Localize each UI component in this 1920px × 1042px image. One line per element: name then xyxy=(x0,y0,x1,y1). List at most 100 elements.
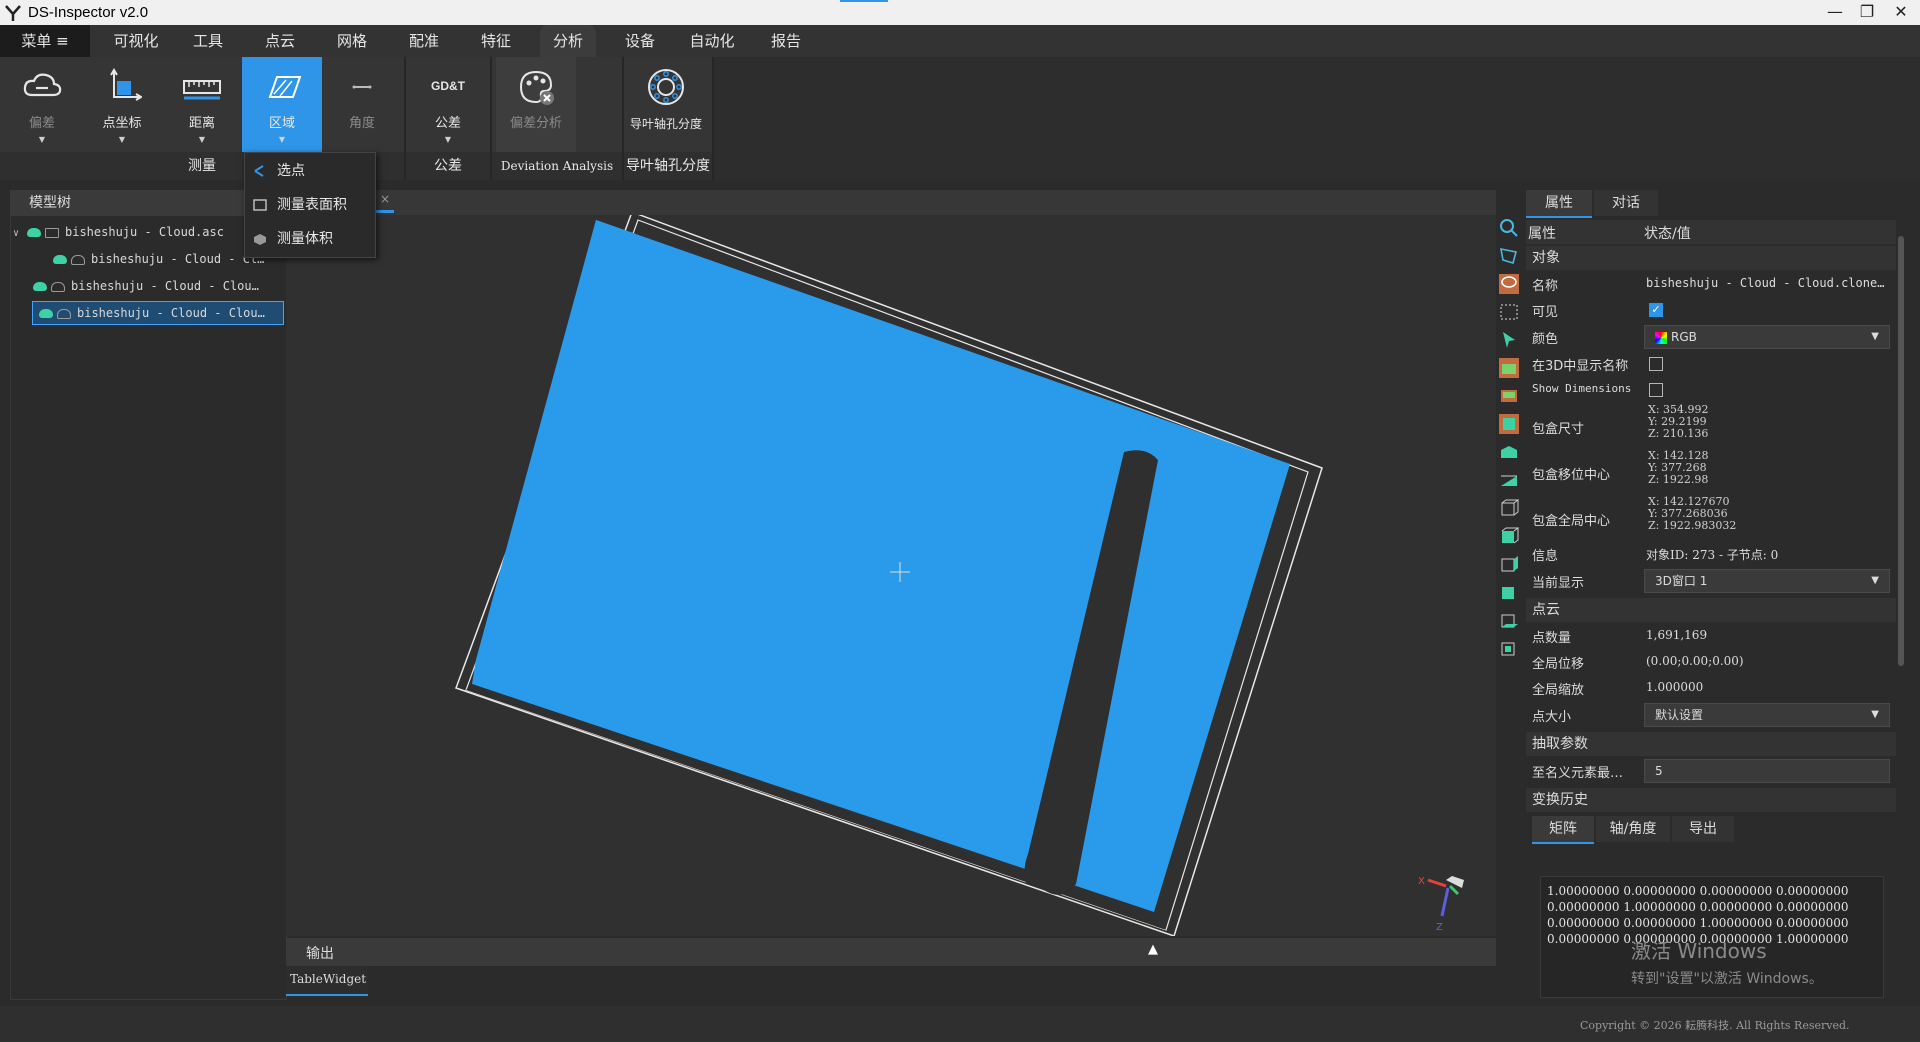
cube-bottom-icon[interactable] xyxy=(1499,610,1519,630)
bbox-shift-z: Z: 1922.98 xyxy=(1648,473,1709,486)
collapse-up-icon[interactable]: ▲ xyxy=(1148,942,1158,957)
3d-viewport[interactable]: X Z xyxy=(286,190,1496,936)
menu-features[interactable]: 特征 xyxy=(468,25,524,57)
cloud-visible-icon[interactable] xyxy=(39,309,53,318)
menu-bar: 菜单 ≡ 可视化 工具 点云 网格 配准 特征 分析 设备 自动化 报告 xyxy=(0,25,1920,57)
cube-wire-icon[interactable] xyxy=(1499,498,1519,518)
status-bar: Copyright © 2026 耘腾科技. All Rights Reserv… xyxy=(0,1006,1920,1042)
current-display-select[interactable]: 3D窗口 1 ▼ xyxy=(1644,569,1890,593)
menu-visualization[interactable]: 可视化 xyxy=(104,25,168,57)
visible-checkbox[interactable]: ✓ xyxy=(1649,303,1663,317)
area-dropdown-menu: 选点 测量表面积 测量体积 xyxy=(244,152,376,258)
cloud-visible-icon[interactable] xyxy=(53,255,67,264)
cloud-link-icon xyxy=(23,73,62,97)
cube-side-icon[interactable] xyxy=(1499,554,1519,574)
view-iso-icon[interactable] xyxy=(1499,442,1519,462)
close-window-button[interactable]: ✕ xyxy=(1882,0,1920,25)
transform-matrix-box: 1.00000000 0.00000000 0.00000000 0.00000… xyxy=(1540,876,1884,998)
chevron-down-icon[interactable]: ∨ xyxy=(13,223,27,243)
palette-icon xyxy=(519,70,554,105)
section-transform-history: 变换历史 xyxy=(1526,788,1896,812)
chevron-down-icon: ▼ xyxy=(1871,575,1879,586)
global-shift-value: (0.00;0.00;0.00) xyxy=(1646,654,1744,668)
axis-z-label: Z xyxy=(1436,922,1443,933)
cloud-visible-icon[interactable] xyxy=(33,282,47,291)
menu-item-surface-area[interactable]: 测量表面积 xyxy=(245,189,375,221)
header-value: 状态/值 xyxy=(1644,226,1691,242)
menu-devices[interactable]: 设备 xyxy=(612,25,668,57)
point-size-select[interactable]: 默认设置 ▼ xyxy=(1644,703,1890,727)
view-front-icon[interactable] xyxy=(1499,358,1519,378)
tab-dialog[interactable]: 对话 xyxy=(1594,190,1658,216)
name-value[interactable]: bisheshuju - Cloud - Cloud.clone… xyxy=(1646,276,1884,290)
cube-top-icon[interactable] xyxy=(1499,582,1519,602)
view-left-icon[interactable] xyxy=(1499,414,1519,434)
global-scale-value: 1.000000 xyxy=(1646,680,1704,694)
menu-point-cloud[interactable]: 点云 xyxy=(252,25,308,57)
polygon-select-icon[interactable] xyxy=(1499,246,1519,266)
view-back-icon[interactable] xyxy=(1499,470,1519,490)
properties-scrollbar[interactable] xyxy=(1896,222,1906,998)
tab-export[interactable]: 导出 xyxy=(1672,816,1734,842)
menu-registration[interactable]: 配准 xyxy=(396,25,452,57)
tree-item-label: bisheshuju - Cloud.asc xyxy=(65,225,224,239)
deviation-analysis-button[interactable]: 偏差分析 xyxy=(496,57,576,152)
color-select[interactable]: RGB ▼ xyxy=(1644,325,1890,349)
tree-item-selected[interactable]: bisheshuju - Cloud - Clou… xyxy=(32,301,284,325)
pointer-icon[interactable] xyxy=(1499,330,1519,350)
menu-item-select-point[interactable]: 选点 xyxy=(245,155,375,187)
cloud-visible-icon[interactable] xyxy=(27,228,41,237)
view-top-icon[interactable] xyxy=(1499,386,1519,406)
guide-vane-index-label: 导叶轴孔分度 xyxy=(629,117,702,131)
tab-properties[interactable]: 属性 xyxy=(1526,190,1592,218)
axis-coordinate-icon xyxy=(110,68,142,101)
close-view-tab-icon[interactable]: × xyxy=(380,192,390,206)
row-bbox-global-center: 包盒全局中心 X: 142.127670 Y: 377.268036 Z: 19… xyxy=(1526,496,1896,540)
deviation-button[interactable]: 偏差 ▼ xyxy=(2,57,82,152)
rect-select-icon[interactable] xyxy=(1499,302,1519,322)
zoom-icon[interactable] xyxy=(1499,218,1519,238)
distance-button[interactable]: 距离 ▼ xyxy=(162,57,242,152)
area-button[interactable]: 区域 ▼ xyxy=(242,57,322,152)
menu-item-label: 选点 xyxy=(277,163,305,179)
point-coord-button[interactable]: 点坐标 ▼ xyxy=(82,57,162,152)
point-count-value: 1,691,169 xyxy=(1646,628,1708,642)
angle-button[interactable]: 角度 xyxy=(322,57,402,152)
guide-vane-index-button[interactable]: 导叶轴孔分度 xyxy=(626,57,706,152)
subsample-input[interactable]: 5 xyxy=(1644,759,1890,783)
scrollbar-thumb[interactable] xyxy=(1898,236,1904,666)
cube-reset-icon[interactable] xyxy=(1499,638,1519,658)
chevron-down-icon: ▼ xyxy=(1871,709,1879,720)
main-menu-button[interactable]: 菜单 ≡ xyxy=(0,25,90,57)
copyright-text: Copyright © 2026 耘腾科技. All Rights Reserv… xyxy=(1580,1019,1850,1032)
tablewidget-tab[interactable]: TableWidget xyxy=(286,966,368,996)
current-display-value: 3D窗口 1 xyxy=(1655,574,1708,588)
tree-item[interactable]: ∨ bisheshuju - Cloud.asc xyxy=(13,221,283,243)
maximize-button[interactable]: ❐ xyxy=(1848,0,1886,25)
row-color: 颜色 RGB ▼ xyxy=(1526,324,1896,350)
row-point-count: 点数量 1,691,169 xyxy=(1526,624,1896,648)
lasso-icon[interactable] xyxy=(1499,274,1519,294)
menu-analysis[interactable]: 分析 xyxy=(540,25,596,57)
tolerance-button[interactable]: GD&T 公差 ▼ xyxy=(408,57,488,152)
title-accent-line xyxy=(840,0,888,2)
model-tree-title: 模型树 xyxy=(29,195,71,211)
menu-tools[interactable]: 工具 xyxy=(180,25,236,57)
tab-axis-angle[interactable]: 轴/角度 xyxy=(1596,816,1670,842)
tree-item[interactable]: bisheshuju - Cloud - Clou… xyxy=(33,275,283,297)
output-title: 输出 xyxy=(306,946,334,962)
point-cloud-render[interactable] xyxy=(286,190,1496,936)
menu-item-volume[interactable]: 测量体积 xyxy=(245,223,375,255)
menu-mesh[interactable]: 网格 xyxy=(324,25,380,57)
menu-automation[interactable]: 自动化 xyxy=(684,25,740,57)
tree-item-label: bisheshuju - Cloud - Clou… xyxy=(71,279,259,293)
angle-label: 角度 xyxy=(348,116,375,131)
menu-report[interactable]: 报告 xyxy=(758,25,814,57)
view-toolbar xyxy=(1496,212,1522,682)
show-name-3d-checkbox[interactable] xyxy=(1649,357,1663,371)
tab-matrix[interactable]: 矩阵 xyxy=(1532,816,1594,844)
row-bbox-shift-center: 包盒移位中心 X: 142.128 Y: 377.268 Z: 1922.98 xyxy=(1526,450,1896,494)
window-title: DS-Inspector v2.0 xyxy=(28,4,149,21)
show-dimensions-checkbox[interactable] xyxy=(1649,383,1663,397)
cube-front-icon[interactable] xyxy=(1499,526,1519,546)
